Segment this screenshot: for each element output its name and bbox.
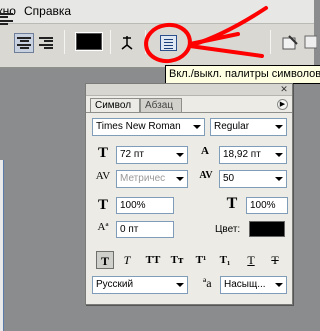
toolbar-button[interactable] bbox=[300, 32, 320, 52]
document-window-edge bbox=[0, 160, 4, 331]
text-color-swatch[interactable] bbox=[75, 32, 103, 51]
toolbar-separator bbox=[270, 30, 271, 54]
chevron-down-icon bbox=[275, 125, 283, 129]
tooltip: Вкл./выкл. палитры символов bbox=[165, 65, 320, 84]
superscript-button[interactable]: T¹ bbox=[192, 251, 210, 269]
font-size-value: 72 пт bbox=[120, 149, 144, 160]
antialias-value: Насыщ... bbox=[224, 279, 266, 290]
horizontal-scale-input[interactable]: 100% bbox=[246, 197, 288, 214]
chevron-down-icon bbox=[193, 125, 201, 129]
toggle-palettes-button[interactable] bbox=[160, 35, 177, 51]
align-right-button[interactable] bbox=[36, 33, 56, 53]
language-select[interactable]: Русский bbox=[92, 276, 188, 294]
chevron-down-icon bbox=[275, 283, 283, 287]
kerning-select[interactable]: Метричес bbox=[116, 170, 188, 188]
antialias-select[interactable]: Насыщ... bbox=[220, 276, 287, 294]
vertical-scale-input[interactable]: 100% bbox=[116, 197, 174, 214]
align-center-button[interactable] bbox=[14, 33, 34, 53]
close-icon[interactable]: ✕ bbox=[279, 85, 289, 94]
faux-italic-button[interactable]: T bbox=[118, 251, 136, 269]
palette-menu-button[interactable]: ▶ bbox=[277, 99, 288, 110]
all-caps-button[interactable]: TT bbox=[144, 251, 162, 269]
font-size-icon: T bbox=[97, 145, 108, 161]
toolbar-separator bbox=[64, 30, 65, 54]
toolbar-separator bbox=[145, 30, 146, 54]
tab-divider bbox=[86, 112, 292, 113]
subscript-button[interactable]: T₁ bbox=[216, 251, 234, 269]
menu-bar: Окно Справка bbox=[0, 0, 314, 24]
warp-text-button[interactable] bbox=[117, 32, 137, 52]
leading-icon: A bbox=[201, 145, 209, 157]
tracking-icon: AV bbox=[199, 170, 213, 181]
palette-well-icon bbox=[282, 35, 298, 50]
align-left-button[interactable] bbox=[0, 9, 16, 29]
small-caps-button[interactable]: Tт bbox=[168, 251, 186, 269]
warp-text-icon bbox=[121, 36, 133, 50]
kerning-icon: AV bbox=[95, 170, 111, 182]
vertical-scale-icon: T bbox=[97, 197, 108, 213]
font-family-value: Times New Roman bbox=[96, 121, 181, 132]
chevron-down-icon bbox=[176, 153, 184, 157]
tab-character[interactable]: Символ bbox=[90, 98, 140, 112]
strikethrough-button[interactable]: T bbox=[266, 251, 284, 269]
text-color-box[interactable] bbox=[249, 221, 285, 237]
antialias-icon: ªa bbox=[203, 276, 212, 290]
align-left-icon bbox=[0, 13, 13, 25]
chevron-down-icon bbox=[275, 177, 283, 181]
align-center-icon bbox=[17, 37, 31, 49]
tracking-select[interactable]: 50 bbox=[219, 170, 287, 188]
font-style-value: Regular bbox=[214, 121, 250, 132]
tab-paragraph[interactable]: Абзац bbox=[140, 98, 182, 112]
character-palette: ✕ Символ Абзац ▶ Times New Roman Regular… bbox=[85, 83, 293, 305]
chevron-down-icon bbox=[176, 283, 184, 287]
baseline-shift-icon: Aª bbox=[97, 221, 109, 233]
leading-value: 18,92 пт bbox=[223, 149, 261, 160]
language-value: Русский bbox=[96, 279, 134, 290]
horizontal-scale-icon: T bbox=[226, 195, 238, 212]
font-style-select[interactable]: Regular bbox=[210, 118, 287, 136]
faux-bold-button[interactable]: T bbox=[96, 251, 114, 269]
color-label: Цвет: bbox=[215, 224, 241, 235]
toolbar-separator bbox=[110, 30, 111, 54]
menu-help[interactable]: Справка bbox=[24, 4, 71, 18]
tracking-value: 50 bbox=[223, 173, 235, 184]
chevron-down-icon bbox=[176, 177, 184, 181]
toolbar-icon bbox=[304, 35, 317, 49]
chevron-down-icon bbox=[275, 153, 283, 157]
font-size-select[interactable]: 72 пт bbox=[116, 146, 188, 164]
align-right-icon bbox=[39, 37, 53, 49]
palette-well-button[interactable] bbox=[280, 32, 300, 52]
baseline-shift-input[interactable]: 0 пт bbox=[116, 221, 174, 238]
kerning-value: Метричес bbox=[120, 173, 166, 184]
leading-select[interactable]: 18,92 пт bbox=[219, 146, 287, 164]
palette-title-bar[interactable]: ✕ bbox=[86, 84, 292, 96]
font-family-select[interactable]: Times New Roman bbox=[92, 118, 205, 136]
underline-button[interactable]: T bbox=[242, 251, 260, 269]
